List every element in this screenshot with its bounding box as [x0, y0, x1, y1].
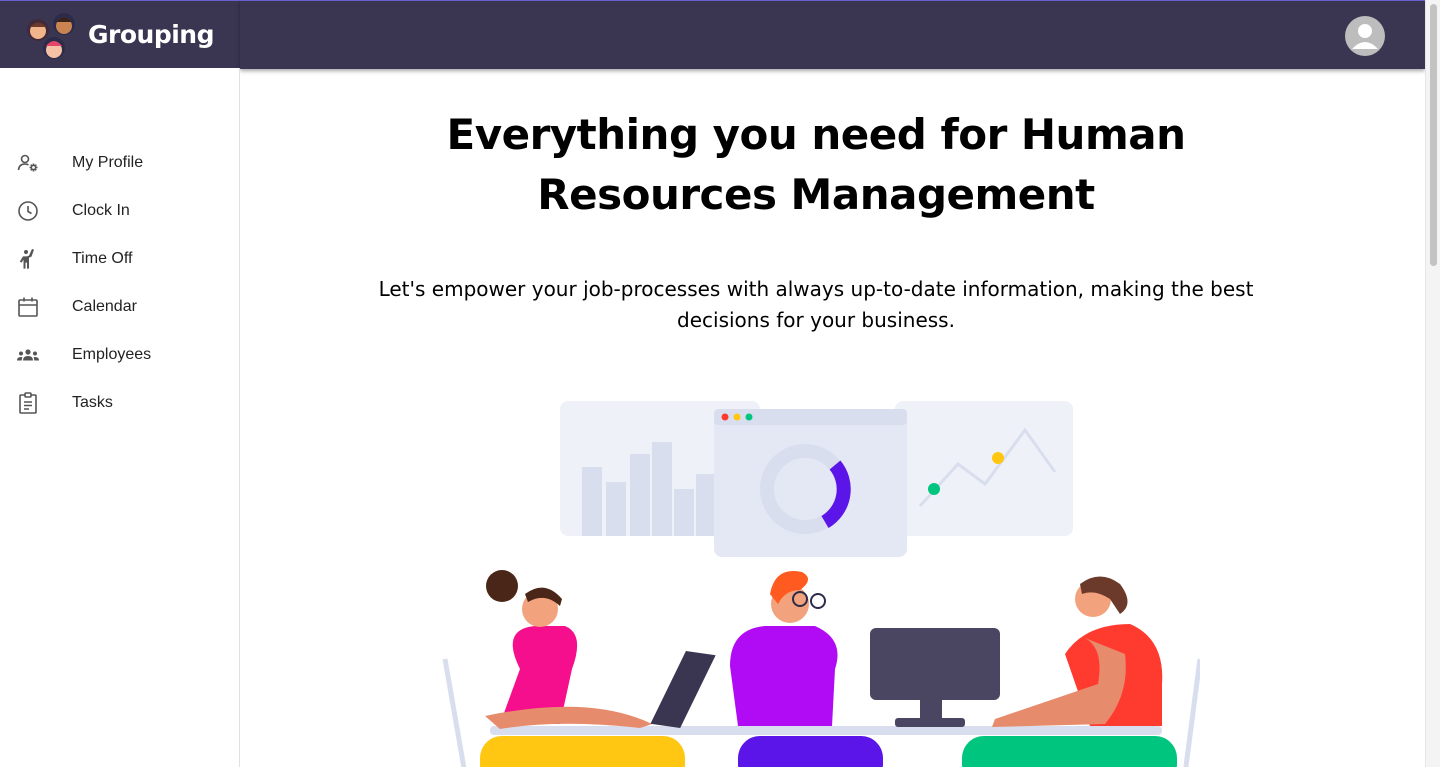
scrollbar-thumb[interactable]	[1430, 4, 1437, 266]
sidebar-item-tasks[interactable]: Tasks	[0, 379, 239, 427]
page-scrollbar[interactable]	[1425, 0, 1440, 767]
sidebar-item-employees[interactable]: Employees	[0, 331, 239, 379]
logo[interactable]: Grouping	[26, 10, 214, 60]
sidebar-item-my-profile[interactable]: My Profile	[0, 139, 239, 187]
sidebar-item-label: Tasks	[72, 394, 113, 411]
sidebar-item-time-off[interactable]: Time Off	[0, 235, 239, 283]
groups-icon	[16, 343, 40, 367]
brand-area: Grouping	[0, 0, 240, 68]
sidebar-item-label: My Profile	[72, 154, 144, 171]
top-app-bar	[240, 0, 1425, 69]
page-headline: Everything you need for Human Resources …	[446, 110, 1186, 219]
app-name: Grouping	[88, 20, 214, 49]
person-raising-hand-icon	[16, 247, 40, 271]
account-avatar[interactable]	[1345, 16, 1385, 56]
sidebar-item-clock-in[interactable]: Clock In	[0, 187, 239, 235]
account-circle-icon	[1352, 24, 1378, 49]
sidebar: My Profile Clock In Time Off Calendar Em…	[0, 68, 240, 767]
clock-icon	[16, 199, 40, 223]
manage-accounts-icon	[16, 151, 40, 175]
clipboard-icon	[16, 391, 40, 415]
logo-faces-icon	[27, 12, 75, 59]
main-content: Everything you need for Human Resources …	[240, 69, 1425, 767]
calendar-icon	[16, 295, 40, 319]
team-working-illustration	[442, 401, 1200, 767]
sidebar-item-label: Employees	[72, 346, 152, 363]
sidebar-item-label: Clock In	[72, 202, 130, 219]
sidebar-item-calendar[interactable]: Calendar	[0, 283, 239, 331]
page-subheadline: Let's empower your job-processes with al…	[378, 277, 1254, 332]
sidebar-item-label: Calendar	[72, 298, 137, 315]
sidebar-item-label: Time Off	[72, 250, 133, 267]
sidebar-nav: My Profile Clock In Time Off Calendar Em…	[0, 139, 239, 427]
